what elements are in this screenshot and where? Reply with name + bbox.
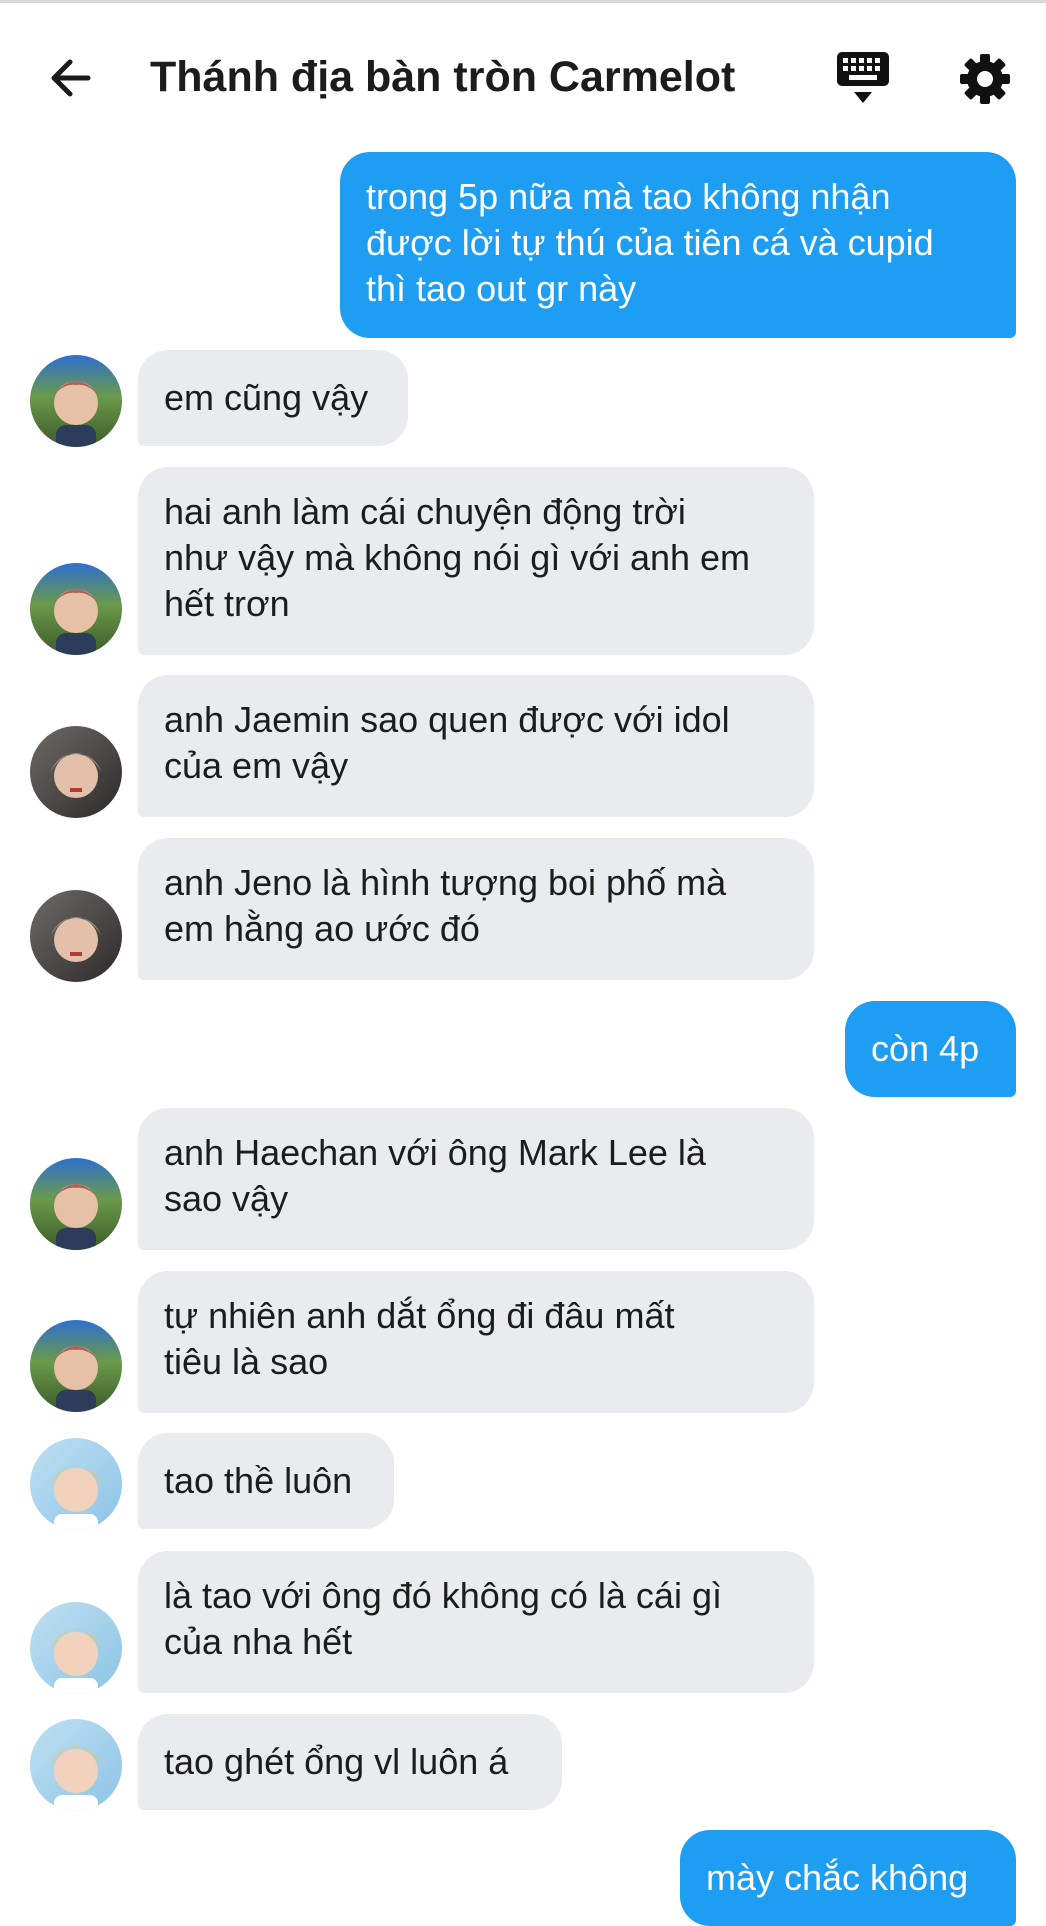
message-bubble-incoming[interactable]: tao thề luôn [138,1433,394,1529]
avatar[interactable] [30,355,122,447]
avatar[interactable] [30,890,122,982]
message-bubble-outgoing[interactable]: mày chắc không [680,1830,1016,1926]
avatar[interactable] [30,1320,122,1412]
message-text-line: tao ghét ổng vl luôn á [164,1741,509,1782]
message-text-line: trong 5p nữa mà tao không nhận [366,176,891,217]
message-bubble-incoming[interactable]: tự nhiên anh dắt ổng đi đâu mất tiêu là … [138,1271,814,1413]
avatar[interactable] [30,1719,122,1811]
message-bubble-outgoing[interactable]: còn 4p [845,1001,1016,1097]
message-text-line: của nha hết [164,1621,353,1662]
message-text-line: được lời tự thú của tiên cá và cupid [366,222,934,263]
avatar[interactable] [30,1438,122,1530]
message-bubble-incoming[interactable]: tao ghét ổng vl luôn á [138,1714,562,1810]
message-text-line: anh Jaemin sao quen được với idol [164,699,730,740]
message-text-line: còn 4p [871,1028,980,1069]
message-text-line: tự nhiên anh dắt ổng đi đâu mất [164,1295,675,1336]
message-text-line: hết trơn [164,583,290,624]
avatar[interactable] [30,726,122,818]
avatar[interactable] [30,1602,122,1694]
message-text-line: thì tao out gr này [366,268,637,309]
message-text-line: của em vậy [164,745,349,786]
gear-icon [960,54,1010,104]
message-bubble-incoming[interactable]: anh Jaemin sao quen được với idol của em… [138,675,814,817]
message-bubble-incoming[interactable]: anh Jeno là hình tượng boi phố mà em hằn… [138,838,814,980]
keyboard-button[interactable] [833,47,893,109]
back-button[interactable] [40,48,100,108]
chat-title: Thánh địa bàn tròn Carmelot [150,53,736,101]
message-text-line: em hằng ao ước đó [164,908,480,949]
message-text-line: tao thề luôn [164,1460,353,1501]
avatar[interactable] [30,563,122,655]
message-bubble-incoming[interactable]: em cũng vậy [138,350,408,446]
message-bubble-incoming[interactable]: là tao với ông đó không có là cái gì của… [138,1551,814,1693]
message-text-line: anh Jeno là hình tượng boi phố mà [164,862,727,903]
arrow-left-icon [51,59,91,97]
message-text-line: mày chắc không [706,1857,969,1898]
message-bubble-outgoing[interactable]: trong 5p nữa mà tao không nhận được lời … [340,152,1016,338]
message-text-line: là tao với ông đó không có là cái gì [164,1575,722,1616]
message-text-line: tiêu là sao [164,1341,329,1382]
message-text-line: em cũng vậy [164,377,369,418]
message-text-line: sao vậy [164,1178,289,1219]
message-text-line: như vậy mà không nói gì với anh em [164,537,751,578]
message-bubble-incoming[interactable]: anh Haechan với ông Mark Lee là sao vậy [138,1108,814,1250]
avatar[interactable] [30,1158,122,1250]
keyboard-icon [837,52,889,103]
message-bubble-incoming[interactable]: hai anh làm cái chuyện động trời như vậy… [138,467,814,655]
message-text-line: hai anh làm cái chuyện động trời [164,491,686,532]
message-text-line: anh Haechan với ông Mark Lee là [164,1132,706,1173]
settings-button[interactable] [955,49,1015,109]
chat-header: Thánh địa bàn tròn Carmelot [0,3,1046,140]
